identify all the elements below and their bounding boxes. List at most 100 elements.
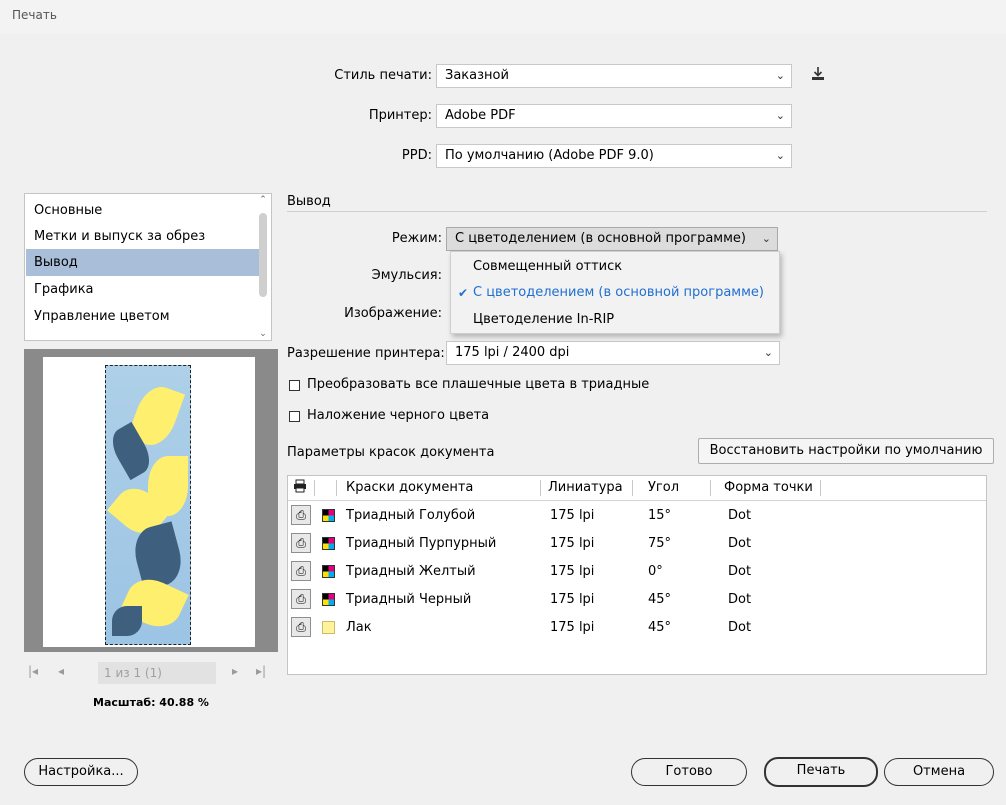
mode-dropdown-menu: Совмещенный оттиск ✔ С цветоделением (в … [450,251,780,334]
overprint-black-label: Наложение черного цвета [307,408,490,423]
ink-angle: 15° [648,508,672,523]
scroll-down-icon[interactable]: ⌄ [256,329,270,339]
download-icon[interactable] [808,66,828,86]
printer-icon[interactable]: ⎙ [291,505,311,525]
print-preview [24,349,278,652]
ink-dot-shape: Dot [728,564,752,579]
column-header-frequency[interactable]: Линиатура [548,480,623,495]
section-title: Вывод [287,194,331,209]
setup-button[interactable]: Настройка... [24,758,138,786]
sidebar-item-color-management[interactable]: Управление цветом [26,303,264,330]
printer-icon[interactable]: ⎙ [291,617,311,637]
mode-option-separations-host[interactable]: ✔ С цветоделением (в основной программе) [451,280,779,306]
table-row[interactable]: ⎙ Триадный Черный 175 lpi 45° Dot [288,586,986,614]
sidebar-item-graphics[interactable]: Графика [26,276,264,303]
resolution-label: Разрешение принтера: [287,346,445,361]
printer-label: Принтер: [368,108,432,123]
print-style-select[interactable]: Заказной ⌄ [436,64,792,88]
ink-table-header: Краски документа Линиатура Угол Форма то… [288,476,986,501]
first-page-icon[interactable]: |◂ [28,664,38,678]
varnish-swatch-icon [322,621,335,634]
column-header-inks[interactable]: Краски документа [346,480,473,495]
chevron-down-icon: ⌄ [775,109,785,122]
ink-name: Триадный Желтый [346,564,476,579]
resolution-select[interactable]: 175 lpi / 2400 dpi ⌄ [446,341,780,365]
image-label: Изображение: [344,306,442,321]
resolution-value: 175 lpi / 2400 dpi [455,345,570,360]
printer-icon[interactable]: ⎙ [291,561,311,581]
chevron-down-icon: ⌄ [775,69,785,82]
page-navigator: |◂ ◂ 1 из 1 (1) ▸ ▸| [24,660,278,686]
ink-dot-shape: Dot [728,620,752,635]
sidebar-scrollbar[interactable]: ⌃ ⌄ [256,195,270,339]
print-button[interactable]: Печать [764,757,878,787]
mode-option-composite[interactable]: Совмещенный оттиск [451,254,779,280]
chevron-down-icon: ⌄ [775,149,785,162]
ink-frequency: 175 lpi [550,536,595,551]
ink-frequency: 175 lpi [550,592,595,607]
ink-frequency: 175 lpi [550,508,595,523]
chevron-down-icon: ⌄ [763,346,773,359]
ppd-value: По умолчанию (Adobe PDF 9.0) [445,148,654,163]
scroll-up-icon[interactable]: ⌃ [256,195,270,205]
ink-table: Краски документа Линиатура Угол Форма то… [287,475,987,675]
process-swatch-icon [322,565,335,578]
mode-option-in-rip[interactable]: Цветоделение In-RIP [451,307,779,333]
ink-frequency: 175 lpi [550,564,595,579]
overprint-black-checkbox[interactable] [289,411,300,422]
ink-dot-shape: Dot [728,536,752,551]
process-swatch-icon [322,593,335,606]
table-row[interactable]: ⎙ Триадный Пурпурный 175 lpi 75° Dot [288,530,986,558]
printer-icon[interactable]: ⎙ [291,533,311,553]
convert-spot-label: Преобразовать все плашечные цвета в триа… [307,377,650,392]
ink-name: Триадный Пурпурный [346,536,497,551]
mode-select[interactable]: С цветоделением (в основной программе) ⌄ [446,227,778,251]
table-row[interactable]: ⎙ Триадный Голубой 175 lpi 15° Dot [288,502,986,530]
ink-angle: 0° [648,564,663,579]
title-bar: Печать [0,0,1006,34]
last-page-icon[interactable]: ▸| [256,664,266,678]
window-title: Печать [12,8,57,22]
ppd-select[interactable]: По умолчанию (Adobe PDF 9.0) ⌄ [436,144,792,168]
ink-frequency: 175 lpi [550,620,595,635]
done-button[interactable]: Готово [631,758,747,786]
column-header-angle[interactable]: Угол [648,480,679,495]
scroll-thumb[interactable] [259,213,267,297]
zoom-label: Масштаб: 40.88 % [93,696,209,709]
section-divider [287,211,987,212]
ink-dot-shape: Dot [728,508,752,523]
convert-spot-checkbox[interactable] [289,380,300,391]
ink-angle: 45° [648,620,672,635]
printer-select[interactable]: Adobe PDF ⌄ [436,104,792,128]
printer-icon [293,479,307,497]
preview-page [43,357,255,647]
print-style-value: Заказной [445,68,509,83]
prev-page-icon[interactable]: ◂ [58,664,64,678]
inks-title: Параметры красок документа [287,445,495,460]
page-indicator[interactable]: 1 из 1 (1) [98,662,216,684]
ink-angle: 75° [648,536,672,551]
sidebar-item-output[interactable]: Вывод [26,249,264,276]
printer-value: Adobe PDF [445,108,516,123]
process-swatch-icon [322,509,335,522]
printer-icon[interactable]: ⎙ [291,589,311,609]
chevron-down-icon: ⌄ [761,232,771,245]
ink-dot-shape: Dot [728,592,752,607]
table-row[interactable]: ⎙ Триадный Желтый 175 lpi 0° Dot [288,558,986,586]
ppd-label: PPD: [401,148,432,163]
ink-name: Лак [346,620,372,635]
emulsion-label: Эмульсия: [371,268,442,283]
reset-defaults-button[interactable]: Восстановить настройки по умолчанию [698,438,994,464]
mode-value: С цветоделением (в основной программе) [455,231,746,246]
sidebar-item-marks-bleed[interactable]: Метки и выпуск за обрез [26,223,264,250]
process-swatch-icon [322,537,335,550]
table-row[interactable]: ⎙ Лак 175 lpi 45° Dot [288,614,986,642]
next-page-icon[interactable]: ▸ [232,664,238,678]
ink-name: Триадный Голубой [346,508,476,523]
ink-angle: 45° [648,592,672,607]
print-style-label: Стиль печати: [334,68,432,83]
checkmark-icon: ✔ [458,286,469,300]
cancel-button[interactable]: Отмена [884,758,994,786]
sidebar-item-general[interactable]: Основные [26,197,264,224]
column-header-dot-shape[interactable]: Форма точки [724,480,813,495]
